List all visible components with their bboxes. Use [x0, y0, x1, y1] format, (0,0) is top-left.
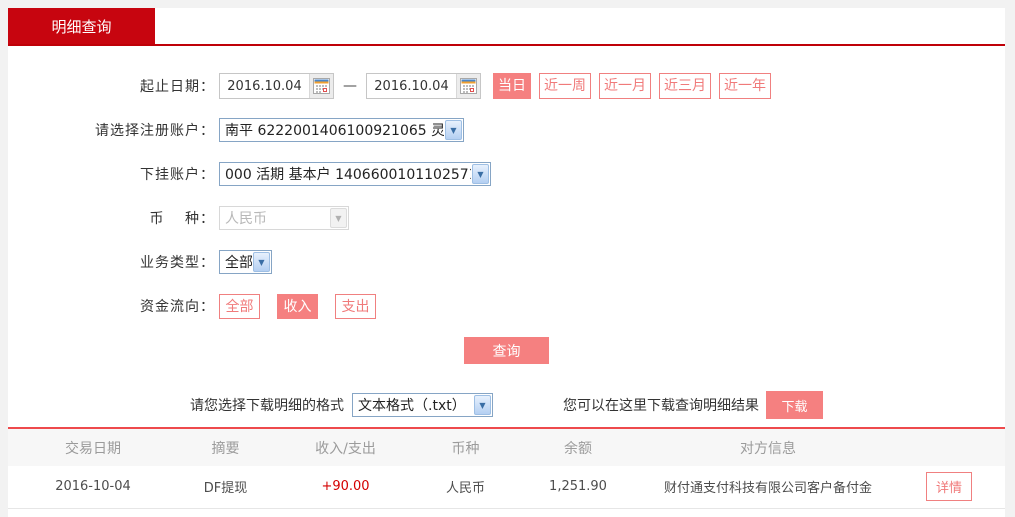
quick-range-month-button[interactable]: 近一月 [599, 73, 651, 99]
cell-actions: 详情 [893, 466, 1005, 509]
cell-balance: 1,251.90 [513, 466, 643, 509]
query-form: 起止日期： 2016.10.04 — 2016.10.04 当日 近一周 近一月… [8, 46, 1005, 419]
currency-select: 人民币 ▼ [219, 206, 349, 230]
end-date-value: 2016.10.04 [374, 78, 449, 94]
date-range-separator: — [343, 78, 357, 94]
end-date-input[interactable]: 2016.10.04 [366, 73, 481, 99]
header-actions [893, 429, 1005, 466]
fund-flow-income-button[interactable]: 收入 [277, 293, 318, 319]
quick-range-year-button[interactable]: 近一年 [719, 73, 771, 99]
header-summary: 摘要 [178, 429, 273, 466]
chevron-down-icon: ▼ [330, 208, 347, 228]
quick-range-quarter-button[interactable]: 近三月 [659, 73, 711, 99]
sub-account-label: 下挂账户： [140, 167, 215, 183]
business-type-label: 业务类型： [140, 255, 215, 271]
download-format-label: 请您选择下载明细的格式 [190, 398, 344, 414]
business-type-value: 全部 [225, 255, 252, 271]
sub-account-row: 下挂账户： 000 活期 基本户 1406600101102571848 ▼ [8, 161, 1005, 187]
cell-amount: +90.00 [273, 466, 418, 509]
calendar-icon[interactable] [456, 74, 480, 98]
table-header-row: 交易日期 摘要 收入/支出 币种 余额 对方信息 [8, 429, 1005, 466]
quick-range-week-button[interactable]: 近一周 [539, 73, 591, 99]
header-trade-date: 交易日期 [8, 429, 178, 466]
business-type-select[interactable]: 全部 ▼ [219, 250, 272, 274]
currency-row: 币 种： 人民币 ▼ [8, 205, 1005, 231]
cell-counterparty: 财付通支付科技有限公司客户备付金 [643, 466, 893, 509]
sub-account-select[interactable]: 000 活期 基本户 1406600101102571848 ▼ [219, 162, 491, 186]
download-row: 请您选择下载明细的格式 文本格式（.txt） ▼ 您可以在这里下载查询明细结果 … [8, 391, 1005, 419]
fund-flow-all-button[interactable]: 全部 [219, 293, 260, 319]
chevron-down-icon: ▼ [445, 120, 462, 140]
cell-summary: DF提现 [178, 466, 273, 509]
table-row: 2016-10-04 DF提现 +90.00 人民币 1,251.90 财付通支… [8, 466, 1005, 509]
start-date-input[interactable]: 2016.10.04 [219, 73, 334, 99]
download-format-select[interactable]: 文本格式（.txt） ▼ [352, 393, 493, 417]
currency-label: 币 种： [149, 211, 215, 227]
start-date-value: 2016.10.04 [227, 78, 302, 94]
chevron-down-icon: ▼ [474, 395, 491, 415]
calendar-icon[interactable] [309, 74, 333, 98]
query-button[interactable]: 查询 [464, 337, 549, 364]
quick-range-today-button[interactable]: 当日 [493, 73, 531, 99]
business-type-row: 业务类型： 全部 ▼ [8, 249, 1005, 275]
currency-value: 人民币 [225, 211, 267, 227]
cell-trade-date: 2016-10-04 [8, 466, 178, 509]
tab-detail-query[interactable]: 明细查询 [8, 8, 155, 44]
query-button-row: 查询 [8, 337, 1005, 364]
fund-flow-expense-button[interactable]: 支出 [335, 293, 376, 319]
download-button[interactable]: 下载 [766, 391, 823, 419]
sub-account-value: 000 活期 基本户 1406600101102571848 [225, 167, 471, 183]
results-table: 交易日期 摘要 收入/支出 币种 余额 对方信息 2016-10-04 DF提现… [8, 429, 1005, 509]
header-balance: 余额 [513, 429, 643, 466]
header-currency: 币种 [418, 429, 513, 466]
register-account-row: 请选择注册账户： 南平 6222001406100921065 灵通卡 ▼ [8, 117, 1005, 143]
fund-flow-row: 资金流向： 全部 收入 支出 [8, 293, 1005, 319]
header-counterparty: 对方信息 [643, 429, 893, 466]
header-income-expense: 收入/支出 [273, 429, 418, 466]
cell-currency: 人民币 [418, 466, 513, 509]
detail-button[interactable]: 详情 [925, 472, 972, 502]
register-account-value: 南平 6222001406100921065 灵通卡 [225, 123, 444, 139]
date-range-row: 起止日期： 2016.10.04 — 2016.10.04 当日 近一周 近一月… [8, 73, 1005, 99]
content-panel: 明细查询 起止日期： 2016.10.04 — 2016.10.04 当日 近一… [8, 8, 1005, 517]
chevron-down-icon: ▼ [472, 164, 489, 184]
fund-flow-label: 资金流向： [140, 299, 215, 315]
download-format-value: 文本格式（.txt） [358, 398, 466, 414]
date-range-label: 起止日期： [140, 79, 215, 95]
register-account-select[interactable]: 南平 6222001406100921065 灵通卡 ▼ [219, 118, 464, 142]
chevron-down-icon: ▼ [253, 252, 270, 272]
register-account-label: 请选择注册账户： [95, 123, 215, 139]
download-hint: 您可以在这里下载查询明细结果 [563, 398, 759, 414]
